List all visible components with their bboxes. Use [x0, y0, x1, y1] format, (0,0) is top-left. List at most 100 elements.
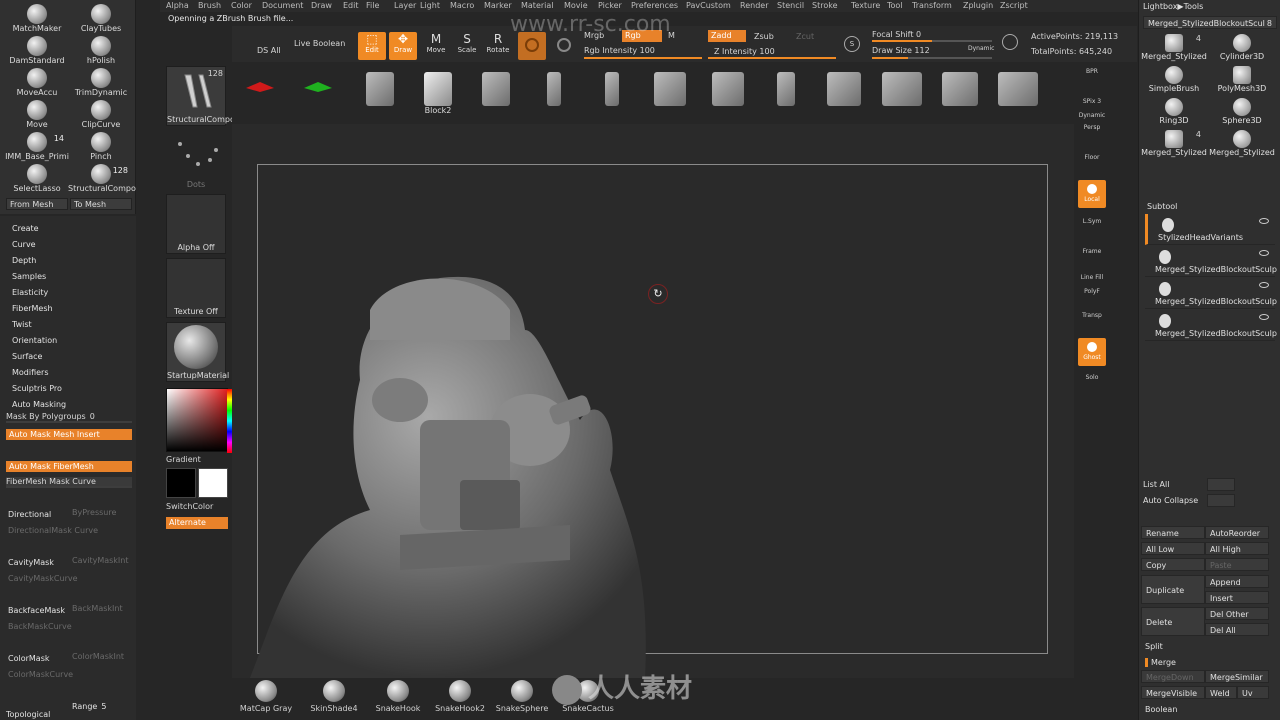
material-snakesphere[interactable]: SnakeSphere: [492, 680, 552, 713]
mask-cavitymask-toggle[interactable]: CavityMask: [8, 558, 54, 567]
up-arrow-button[interactable]: [1207, 478, 1235, 491]
menu-modifiers[interactable]: Modifiers: [12, 368, 49, 377]
menu-item-render[interactable]: Render: [740, 1, 768, 10]
shelf-transp[interactable]: Transp: [1078, 312, 1106, 326]
tool-thumb-0[interactable]: Merged_Stylized 4: [1141, 32, 1207, 64]
menu-item-material[interactable]: Material: [521, 1, 554, 10]
shelf-polyf[interactable]: PolyF: [1078, 288, 1106, 302]
append-button[interactable]: Append: [1205, 575, 1269, 588]
visibility-eye-icon[interactable]: [1259, 250, 1269, 256]
menu-item-preferences[interactable]: Preferences: [631, 1, 678, 10]
primary-color-swatch[interactable]: [166, 468, 196, 498]
subtool-btn-all-high[interactable]: All High: [1205, 542, 1269, 555]
menu-item-draw[interactable]: Draw: [311, 1, 332, 10]
insert-mesh-7[interactable]: [584, 66, 640, 122]
list-all-button[interactable]: List All: [1143, 480, 1169, 489]
brush-clipcurve[interactable]: ClipCurve: [68, 98, 134, 130]
from-mesh-button[interactable]: From Mesh: [6, 198, 68, 210]
insert-mesh-12[interactable]: [874, 66, 930, 122]
shelf-ghost[interactable]: Ghost: [1078, 338, 1106, 366]
menu-item-transform[interactable]: Transform: [912, 1, 952, 10]
subtool-btn-paste[interactable]: Paste: [1205, 558, 1269, 571]
menu-orientation[interactable]: Orientation: [12, 336, 57, 345]
menu-twist[interactable]: Twist: [12, 320, 32, 329]
del-all-button[interactable]: Del All: [1205, 623, 1269, 636]
current-tool-field[interactable]: Merged_StylizedBlockoutScul 8: [1143, 16, 1277, 29]
material-snakehook[interactable]: SnakeHook: [368, 680, 428, 713]
tool-thumb-4[interactable]: Ring3D: [1141, 96, 1207, 128]
merge-visible-button[interactable]: MergeVisible: [1141, 686, 1205, 699]
mask-colormask-curve[interactable]: ColorMaskCurve: [8, 670, 73, 679]
ds-all-button[interactable]: DS All: [257, 46, 281, 55]
menu-curve[interactable]: Curve: [12, 240, 36, 249]
split-menu[interactable]: Split: [1145, 642, 1163, 651]
subtool-btn-all-low[interactable]: All Low: [1141, 542, 1205, 555]
current-brush-thumb[interactable]: 128 StructuralCompo: [166, 66, 235, 126]
brush-hpolish[interactable]: hPolish: [68, 34, 134, 66]
menu-elasticity[interactable]: Elasticity: [12, 288, 48, 297]
mask-backfacemask-toggle[interactable]: BackfaceMask: [8, 606, 65, 615]
auto-masking-header[interactable]: Auto Masking: [12, 400, 66, 409]
tool-thumb-5[interactable]: Sphere3D: [1209, 96, 1275, 128]
rgb-intensity-slider[interactable]: Rgb Intensity 100: [584, 46, 655, 55]
menu-item-movie[interactable]: Movie: [564, 1, 588, 10]
menu-item-marker[interactable]: Marker: [484, 1, 512, 10]
brush-move[interactable]: Move: [4, 98, 70, 130]
subtool-btn-rename[interactable]: Rename: [1141, 526, 1205, 539]
mask-directional-intensity[interactable]: ByPressure: [72, 508, 116, 517]
switch-color-label[interactable]: SwitchColor: [166, 502, 213, 511]
shelf-line-fill[interactable]: Line Fill: [1078, 274, 1106, 288]
insert-mesh-1[interactable]: [232, 66, 288, 122]
zcut-button[interactable]: Zcut: [796, 32, 814, 41]
mask-colormask-intensity[interactable]: ColorMaskInt: [72, 652, 124, 661]
menu-depth[interactable]: Depth: [12, 256, 36, 265]
menu-sculptris-pro[interactable]: Sculptris Pro: [12, 384, 62, 393]
insert-button[interactable]: Insert: [1205, 591, 1269, 604]
subtool-header[interactable]: Subtool: [1147, 202, 1177, 211]
material-matcap-gray[interactable]: MatCap Gray: [236, 680, 296, 713]
menu-item-color[interactable]: Color: [231, 1, 252, 10]
sculpt-model[interactable]: [240, 270, 660, 678]
shelf-floor[interactable]: Floor: [1078, 154, 1106, 168]
auto-mask-fibermesh-toggle[interactable]: Auto Mask FiberMesh: [6, 461, 132, 472]
merge-similar-button[interactable]: MergeSimilar: [1205, 670, 1269, 683]
draw-size-slider[interactable]: Draw Size 112: [872, 46, 930, 55]
mask-backfacemask-curve[interactable]: BackMaskCurve: [8, 622, 72, 631]
mask-cavitymask-intensity[interactable]: CavityMaskInt: [72, 556, 129, 565]
brush-pinch[interactable]: Pinch: [68, 130, 134, 162]
brush-trimdynamic[interactable]: TrimDynamic: [68, 66, 134, 98]
mask-directional-curve[interactable]: DirectionalMask Curve: [8, 526, 98, 535]
z-intensity-slider[interactable]: Z Intensity 100: [714, 47, 775, 56]
insert-mesh-10[interactable]: [758, 66, 814, 122]
insert-mesh-14[interactable]: [990, 66, 1046, 122]
focal-shift-track[interactable]: [872, 40, 992, 42]
menu-item-file[interactable]: File: [366, 1, 379, 10]
menu-item-brush[interactable]: Brush: [198, 1, 221, 10]
draw-size-track[interactable]: [872, 57, 992, 59]
weld-button[interactable]: Weld: [1205, 686, 1237, 699]
rgb-intensity-track[interactable]: [584, 57, 702, 59]
rotate-button[interactable]: R Rotate: [484, 32, 512, 60]
menu-item-layer[interactable]: Layer: [394, 1, 416, 10]
insert-mesh-9[interactable]: [700, 66, 756, 122]
insert-mesh-3[interactable]: [352, 66, 408, 122]
brush-damstandard[interactable]: DamStandard: [4, 34, 70, 66]
focal-icon[interactable]: S: [844, 36, 860, 52]
insert-mesh-13[interactable]: [932, 66, 988, 122]
edit-button[interactable]: ⬚ Edit: [358, 32, 386, 60]
brush-structuralcompo[interactable]: StructuralCompo 128: [68, 162, 136, 194]
uv-button[interactable]: Uv: [1237, 686, 1269, 699]
subtool-item-3[interactable]: Merged_StylizedBlockoutSculp: [1145, 310, 1277, 341]
z-intensity-track[interactable]: [708, 57, 836, 59]
menu-surface[interactable]: Surface: [12, 352, 42, 361]
menu-item-stencil[interactable]: Stencil: [777, 1, 804, 10]
menu-samples[interactable]: Samples: [12, 272, 46, 281]
menu-item-zscript[interactable]: Zscript: [1000, 1, 1028, 10]
lightbox-tools-link[interactable]: Lightbox▶Tools: [1143, 2, 1203, 11]
auto-mask-mesh-insert-toggle[interactable]: Auto Mask Mesh Insert: [6, 429, 132, 440]
color-picker[interactable]: [166, 388, 233, 453]
insert-mesh-5[interactable]: [468, 66, 524, 122]
subtool-btn-copy[interactable]: Copy: [1141, 558, 1205, 571]
boolean-menu[interactable]: Boolean: [1145, 705, 1177, 714]
menu-item-pavcustom[interactable]: PavCustom: [686, 1, 731, 10]
